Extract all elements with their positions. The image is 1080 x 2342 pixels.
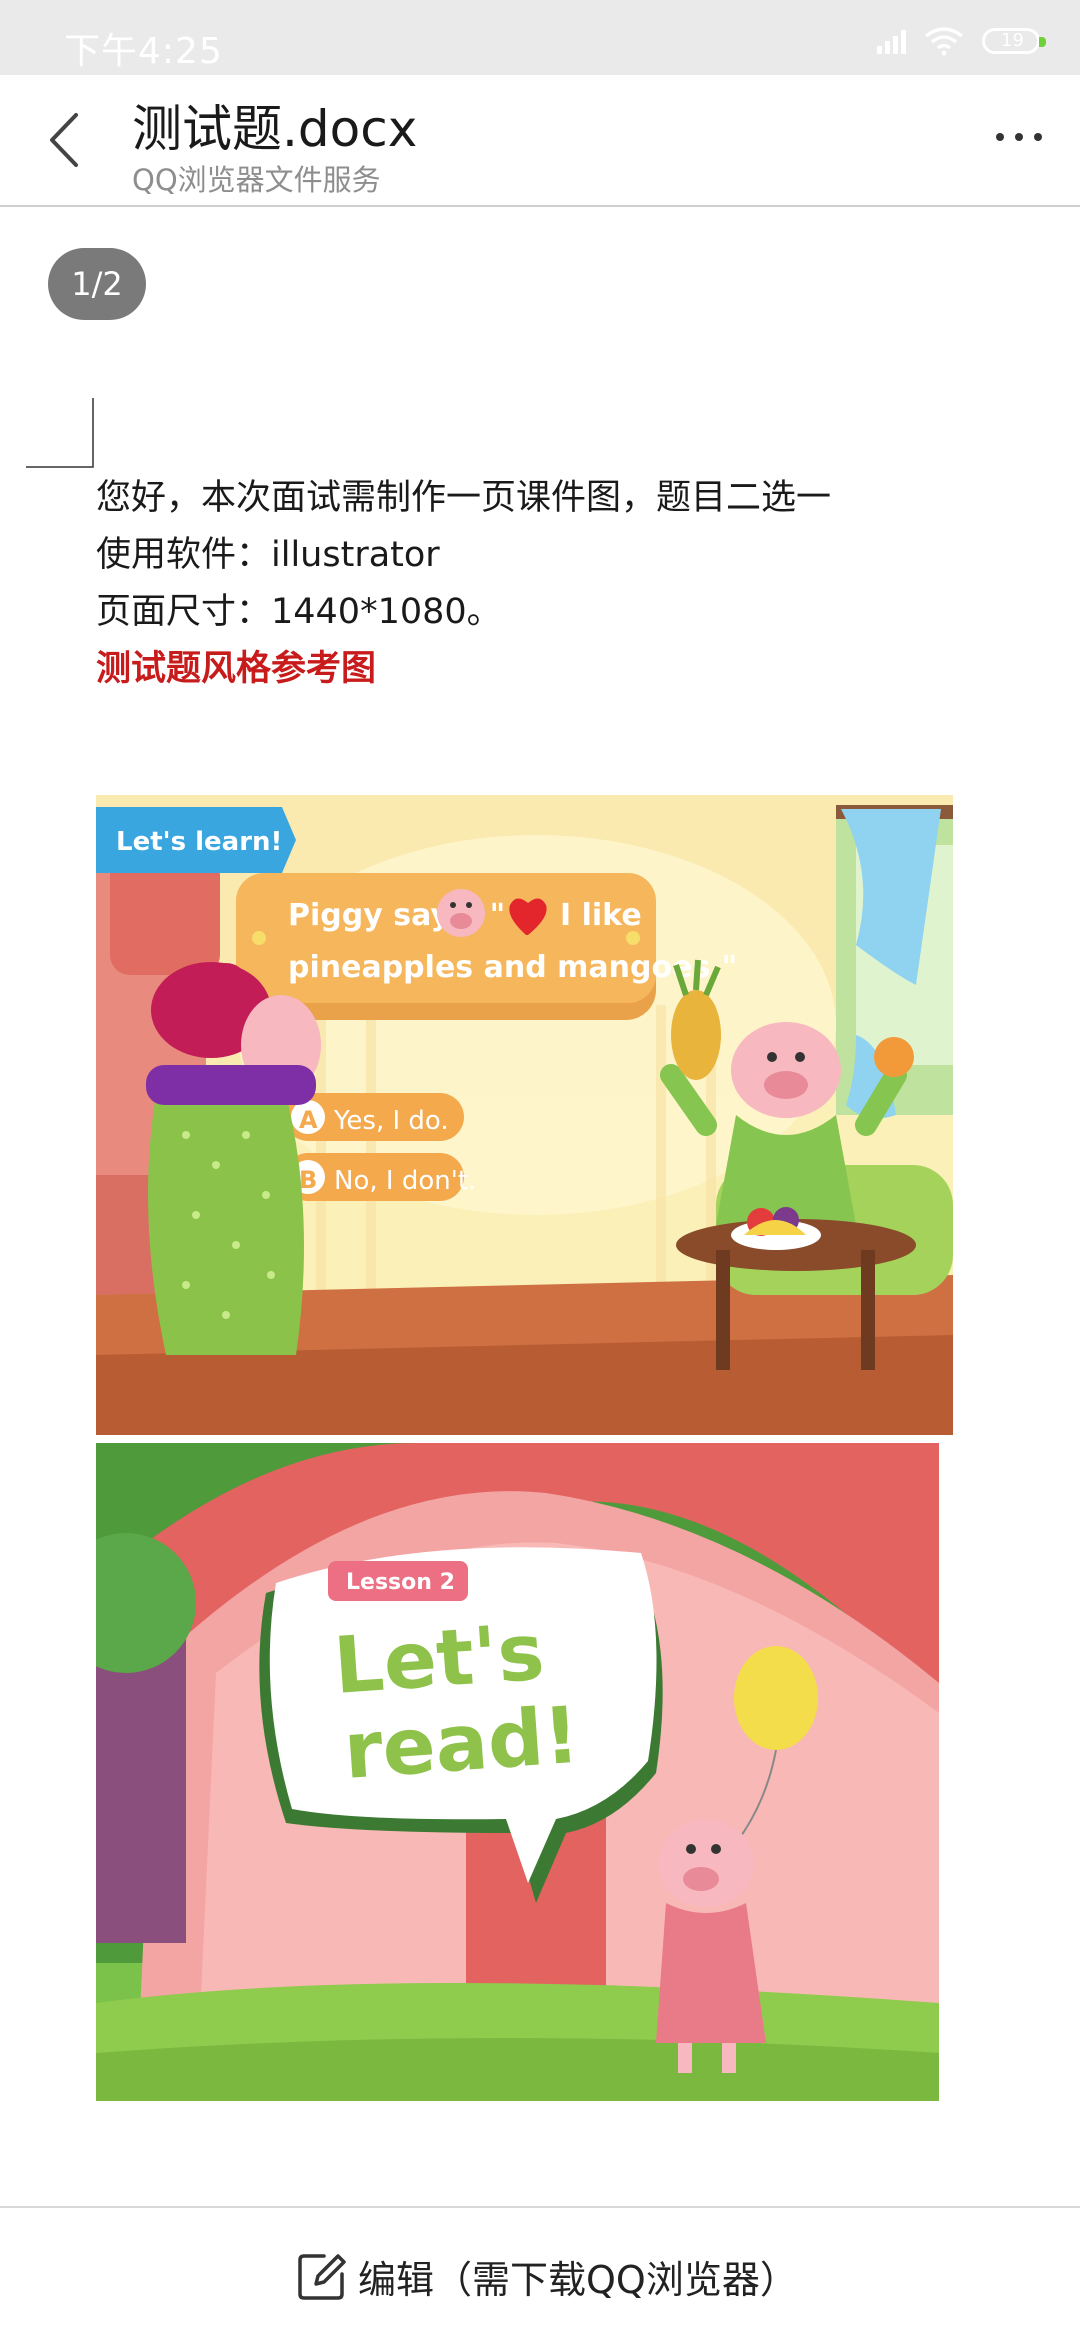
status-bar: 下午4:25 19 [0, 0, 1080, 75]
battery-level: 19 [1001, 30, 1024, 51]
tag-lets-learn: Let's learn! [116, 827, 282, 857]
edit-label: 编辑（需下载QQ浏览器） [358, 2257, 798, 2302]
pig-face-icon [437, 889, 485, 937]
back-icon [50, 113, 78, 167]
speech-line2: pineapples and mangoes." [288, 950, 737, 985]
document-body: 您好，本次面试需制作一页课件图，题目二选一 使用软件：illustrator 页… [96, 470, 831, 698]
reference-image-2: Lesson 2 Let's read! [96, 1443, 939, 2101]
edit-button[interactable]: 编辑（需下载QQ浏览器） [294, 2244, 798, 2308]
grandma-pig [146, 962, 321, 1355]
doc-highlight: 测试题风格参考图 [96, 649, 377, 689]
doc-line-3: 页面尺寸：1440*1080。 [96, 592, 502, 632]
pig-girl [656, 1819, 766, 2073]
document-subtitle: QQ浏览器文件服务 [132, 163, 381, 197]
lesson-tag: Lesson 2 [346, 1570, 455, 1595]
speech-line1-b: I like [560, 898, 642, 933]
option-b: No, I don't. [334, 1166, 476, 1196]
more-button[interactable] [996, 133, 1042, 141]
option-a: Yes, I do. [333, 1106, 449, 1136]
reference-image-1: Let's learn! Piggy says, " I like pineap… [96, 795, 953, 1435]
page-indicator: 1/2 [48, 248, 146, 320]
more-icon [996, 133, 1004, 141]
option-a-letter: A [299, 1106, 318, 1134]
status-icons: 19 [877, 26, 1046, 56]
doc-line-2: 使用软件：illustrator [96, 535, 440, 575]
signal-icon [877, 28, 906, 54]
illustration-learn: Let's learn! Piggy says, " I like pineap… [96, 795, 953, 1435]
page-corner-mark [26, 398, 94, 468]
document-title: 测试题.docx [132, 100, 418, 158]
status-time: 下午4:25 [64, 31, 223, 72]
edit-icon [298, 2254, 346, 2300]
option-b-letter: B [299, 1166, 317, 1194]
back-button[interactable] [40, 109, 90, 171]
bottom-bar: 编辑（需下载QQ浏览器） [0, 2206, 1080, 2342]
doc-line-1: 您好，本次面试需制作一页课件图，题目二选一 [96, 478, 832, 518]
app-header: 测试题.docx QQ浏览器文件服务 [0, 75, 1080, 207]
illustration-read: Lesson 2 Let's read! [96, 1443, 939, 2101]
battery-icon: 19 [982, 28, 1046, 54]
balloon [734, 1646, 818, 1750]
wifi-icon [924, 27, 964, 56]
headline-read: read! [341, 1691, 582, 1797]
